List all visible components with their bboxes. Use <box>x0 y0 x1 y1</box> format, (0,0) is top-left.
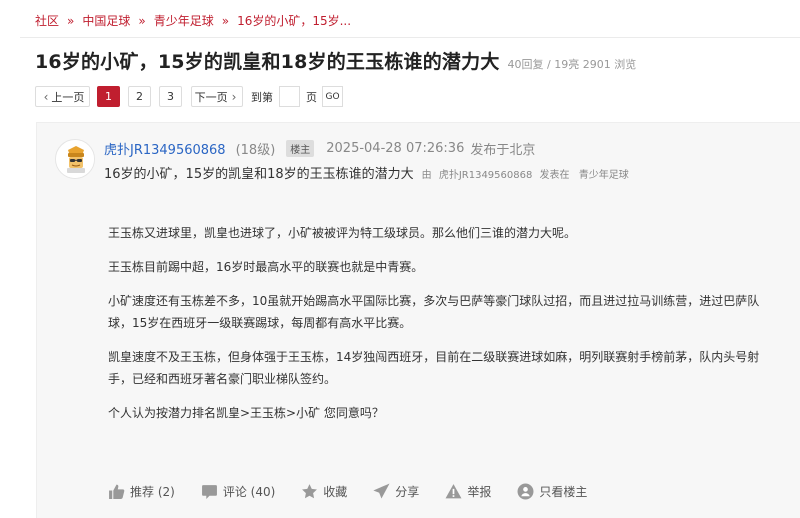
breadcrumb-current-thread[interactable]: 16岁的小矿，15岁... <box>237 12 351 29</box>
page-title: 16岁的小矿，15岁的凯皇和18岁的王玉栋谁的潜力大 <box>35 51 500 73</box>
only-owner-icon <box>517 483 534 500</box>
page-button-1[interactable]: 1 <box>97 86 120 107</box>
send-icon <box>373 483 390 499</box>
prev-page-button[interactable]: ‹ 上一页 <box>35 86 90 107</box>
avatar[interactable] <box>55 139 95 179</box>
comment-icon <box>201 485 217 499</box>
breadcrumb-separator: » <box>138 13 146 28</box>
owner-badge: 楼主 <box>286 140 315 157</box>
post-actions: 推荐 (2) 评论 (40) 收藏 分享 举报 只看楼主 <box>108 483 587 500</box>
star-icon <box>302 484 318 499</box>
chevron-right-icon: › <box>231 89 237 104</box>
sub-author-link[interactable]: 虎扑JR1349560868 <box>439 170 533 181</box>
chevron-left-icon: ‹ <box>43 89 49 104</box>
header-divider <box>20 37 800 38</box>
share-button[interactable]: 分享 <box>373 483 419 500</box>
next-page-button[interactable]: 下一页 › <box>191 86 243 107</box>
thread-stats: 40回复 / 19亮 2901 浏览 <box>507 58 637 71</box>
report-label: 举报 <box>467 485 492 499</box>
go-button[interactable]: GO <box>322 86 343 107</box>
breadcrumb-separator: » <box>67 13 75 28</box>
thumbs-up-icon <box>109 484 125 499</box>
goto-suffix: 页 <box>306 90 317 104</box>
prev-page-label: 上一页 <box>51 90 85 104</box>
post-subtitle-row: 16岁的小矿，15岁的凯皇和18岁的王玉栋谁的潜力大 由 虎扑JR1349560… <box>104 163 629 182</box>
author-info: 虎扑JR1349560868 (18级) 楼主 2025-04-28 07:26… <box>104 139 535 158</box>
recommend-button[interactable]: 推荐 (2) <box>108 483 175 500</box>
sub-forum-link[interactable]: 青少年足球 <box>579 170 629 181</box>
favorite-button[interactable]: 收藏 <box>301 483 347 500</box>
post-location: 发布于北京 <box>470 143 536 158</box>
only-owner-label: 只看楼主 <box>539 485 588 499</box>
thread-header: 16岁的小矿，15岁的凯皇和18岁的王玉栋谁的潜力大 40回复 / 19亮 29… <box>35 47 636 74</box>
post-source-meta: 由 虎扑JR1349560868 发表在 青少年足球 <box>422 166 629 181</box>
post-paragraph: 王玉栋又进球里，凯皇也进球了，小矿被被评为特工级球员。那么他们三谁的潜力大呢。 <box>108 226 577 240</box>
page-button-3[interactable]: 3 <box>159 86 182 107</box>
sub-posted-in: 发表在 <box>539 170 570 181</box>
avatar-icon <box>56 140 94 178</box>
goto-prefix: 到第 <box>251 90 273 104</box>
post-paragraph: 个人认为按潜力排名凯皇>王玉栋>小矿 您同意吗？ <box>108 406 384 420</box>
post-time: 2025-04-28 07:26:36 <box>326 141 465 156</box>
author-level: (18级) <box>235 143 276 158</box>
author-name-link[interactable]: 虎扑JR1349560868 <box>104 139 226 158</box>
comment-button[interactable]: 评论 (40) <box>201 483 275 500</box>
recommend-label: 推荐 (2) <box>130 485 175 499</box>
post-subtitle: 16岁的小矿，15岁的凯皇和18岁的王玉栋谁的潜力大 <box>104 167 414 182</box>
only-owner-button[interactable]: 只看楼主 <box>517 483 587 500</box>
post-paragraph: 小矿速度还有玉栋差不多，10虽就开始踢高水平国际比赛，多次与巴萨等豪门球队过招，… <box>108 294 760 330</box>
post-body: 王玉栋又进球里，凯皇也进球了，小矿被被评为特工级球员。那么他们三谁的潜力大呢。 … <box>108 222 778 436</box>
post-paragraph: 王玉栋目前踢中超，16岁时最高水平的联赛也就是中青赛。 <box>108 260 424 274</box>
warning-icon <box>445 484 462 499</box>
page-button-2[interactable]: 2 <box>128 86 151 107</box>
breadcrumb-china-football[interactable]: 中国足球 <box>82 12 130 29</box>
sub-by: 由 <box>421 170 432 181</box>
post-paragraph: 凯皇速度不及王玉栋，但身体强于王玉栋，14岁独闯西班牙，目前在二级联赛进球如麻，… <box>108 350 760 386</box>
goto-page-input[interactable] <box>279 86 300 107</box>
favorite-label: 收藏 <box>323 485 348 499</box>
breadcrumb-community[interactable]: 社区 <box>35 12 59 29</box>
report-button[interactable]: 举报 <box>445 483 491 500</box>
pagination: ‹ 上一页 1 2 3 下一页 › 到第 页 GO <box>35 86 343 107</box>
breadcrumb: 社区 » 中国足球 » 青少年足球 » 16岁的小矿，15岁... <box>35 12 351 29</box>
share-label: 分享 <box>395 485 420 499</box>
breadcrumb-youth-football[interactable]: 青少年足球 <box>154 12 214 29</box>
breadcrumb-separator: » <box>221 13 230 28</box>
comment-label: 评论 (40) <box>222 485 276 499</box>
next-page-label: 下一页 <box>194 90 228 104</box>
